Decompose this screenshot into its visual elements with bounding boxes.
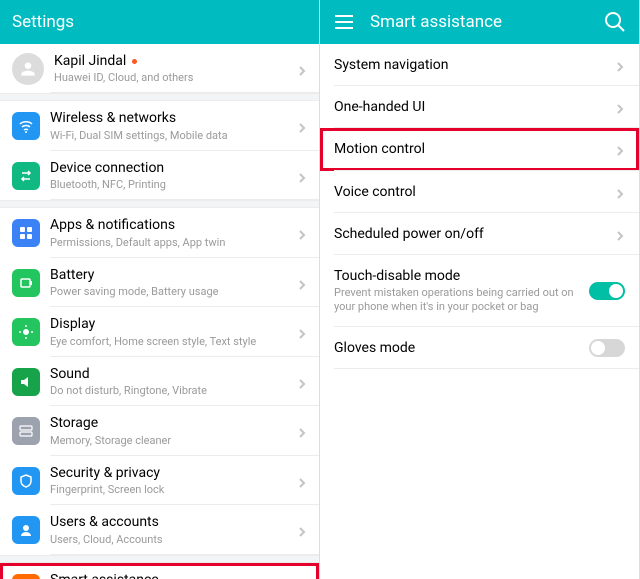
smart-assistance-appbar: Smart assistance — [320, 0, 639, 44]
settings-item-sound[interactable]: SoundDo not disturb, Ringtone, Vibrate — [0, 357, 319, 406]
item-subtitle: Bluetooth, NFC, Printing — [50, 178, 291, 192]
item-title: Users & accounts — [50, 513, 291, 531]
chevron-right-icon — [297, 64, 307, 74]
item-subtitle: Power saving mode, Battery usage — [50, 285, 291, 299]
chevron-right-icon — [297, 171, 307, 181]
chevron-right-icon — [615, 144, 625, 154]
smart-assist-item-voice-control[interactable]: Voice control — [320, 171, 639, 213]
sun-icon — [12, 318, 40, 346]
chevron-right-icon — [297, 228, 307, 238]
item-subtitle: Fingerprint, Screen lock — [50, 483, 291, 497]
item-title: Storage — [50, 414, 291, 432]
item-title: Battery — [50, 266, 291, 284]
server-icon — [12, 417, 40, 445]
item-title: System navigation — [334, 56, 609, 74]
hand-icon — [12, 574, 40, 579]
settings-appbar: Settings — [0, 0, 319, 44]
item-title: One-handed UI — [334, 98, 609, 116]
chevron-right-icon — [615, 102, 625, 112]
chevron-right-icon — [297, 426, 307, 436]
settings-item-wireless-networks[interactable]: Wireless & networks Wi-Fi, Dual SIM setti… — [0, 101, 319, 150]
smart-assist-item-gloves-mode[interactable]: Gloves mode — [320, 327, 639, 369]
settings-item-display[interactable]: Display Eye comfort, Home screen style, T… — [0, 307, 319, 356]
grid-icon — [12, 219, 40, 247]
smart-assist-item-touch-disable-mode[interactable]: Touch-disable modePrevent mistaken opera… — [320, 255, 639, 327]
smart-assistance-panel: Smart assistance System navigation One-ha… — [320, 0, 640, 579]
chevron-right-icon — [615, 187, 625, 197]
chevron-right-icon — [297, 525, 307, 535]
toggle-switch[interactable] — [589, 282, 625, 300]
item-subtitle: Users, Cloud, Accounts — [50, 533, 291, 547]
item-subtitle: Memory, Storage cleaner — [50, 434, 291, 448]
item-subtitle: Eye comfort, Home screen style, Text sty… — [50, 335, 291, 349]
settings-item-apps-notifications[interactable]: Apps & notifications Permissions, Default… — [0, 208, 319, 257]
user-icon — [12, 516, 40, 544]
section-divider — [0, 200, 319, 208]
settings-item-users-accounts[interactable]: Users & accounts Users, Cloud, Accounts — [0, 505, 319, 554]
volume-icon — [12, 368, 40, 396]
item-title: Smart assistance — [50, 571, 291, 579]
wifi-icon — [12, 112, 40, 140]
item-title: Sound — [50, 365, 291, 383]
shield-icon — [12, 467, 40, 495]
item-subtitle: Prevent mistaken operations being carrie… — [334, 286, 589, 315]
item-title: Device connection — [50, 159, 291, 177]
item-subtitle: Permissions, Default apps, App twin — [50, 236, 291, 250]
smart-assist-item-scheduled-power-on-off[interactable]: Scheduled power on/off — [320, 213, 639, 255]
account-row[interactable]: Kapil Jindal Huawei ID, Cloud, and other… — [0, 44, 319, 93]
settings-item-storage[interactable]: Storage Memory, Storage cleaner — [0, 406, 319, 455]
item-title: Scheduled power on/off — [334, 225, 609, 243]
settings-item-security-privacy[interactable]: Security & privacyFingerprint, Screen lo… — [0, 456, 319, 505]
menu-icon[interactable] — [332, 10, 356, 34]
item-title: Security & privacy — [50, 464, 291, 482]
smart-assist-item-motion-control[interactable]: Motion control — [320, 128, 639, 170]
item-title: Voice control — [334, 183, 609, 201]
section-divider — [0, 555, 319, 563]
battery-icon — [12, 269, 40, 297]
chevron-right-icon — [297, 121, 307, 131]
smart-assistance-title: Smart assistance — [370, 12, 603, 32]
settings-item-device-connection[interactable]: Device connectionBluetooth, NFC, Printin… — [0, 151, 319, 200]
item-title: Wireless & networks — [50, 109, 291, 127]
item-subtitle: Do not disturb, Ringtone, Vibrate — [50, 384, 291, 398]
item-title: Apps & notifications — [50, 216, 291, 234]
item-subtitle: Wi-Fi, Dual SIM settings, Mobile data — [50, 129, 291, 143]
chevron-right-icon — [297, 476, 307, 486]
notification-dot-icon — [132, 59, 137, 64]
chevron-right-icon — [297, 278, 307, 288]
item-title: Gloves mode — [334, 339, 589, 357]
chevron-right-icon — [297, 327, 307, 337]
account-subtitle: Huawei ID, Cloud, and others — [54, 71, 291, 85]
settings-title: Settings — [12, 12, 307, 32]
item-title: Touch-disable mode — [334, 267, 589, 285]
smart-assist-item-one-handed-ui[interactable]: One-handed UI — [320, 86, 639, 128]
settings-content: Kapil Jindal Huawei ID, Cloud, and other… — [0, 44, 319, 579]
swap-icon — [12, 162, 40, 190]
smart-assistance-content: System navigation One-handed UI Motion con… — [320, 44, 639, 579]
settings-item-battery[interactable]: BatteryPower saving mode, Battery usage — [0, 258, 319, 307]
settings-item-smart-assistance[interactable]: Smart assistanceSystem navigation, Navig… — [0, 563, 319, 579]
item-title: Display — [50, 315, 291, 333]
toggle-switch[interactable] — [589, 339, 625, 357]
item-title: Motion control — [334, 140, 609, 158]
section-divider — [0, 93, 319, 101]
smart-assist-item-system-navigation[interactable]: System navigation — [320, 44, 639, 86]
chevron-right-icon — [297, 377, 307, 387]
settings-panel: Settings Kapil Jindal Huawei ID, Cloud, … — [0, 0, 320, 579]
avatar-icon — [12, 53, 44, 85]
account-name: Kapil Jindal — [54, 52, 126, 70]
search-icon[interactable] — [603, 10, 627, 34]
chevron-right-icon — [615, 229, 625, 239]
chevron-right-icon — [615, 60, 625, 70]
